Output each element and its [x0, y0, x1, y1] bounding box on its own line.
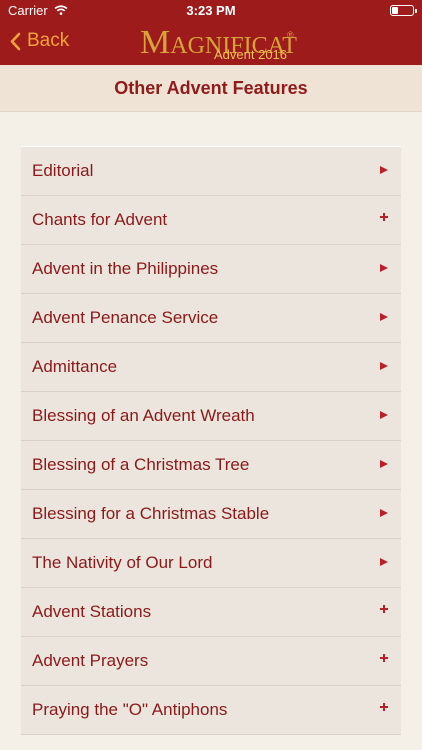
list-item[interactable]: Editorial	[21, 147, 401, 196]
plus-icon	[380, 605, 388, 613]
list-item[interactable]: Blessing for a Christmas Stable	[21, 490, 401, 539]
list-item[interactable]: Chants for Advent	[21, 196, 401, 245]
list-item-label: Editorial	[32, 161, 94, 180]
list-item-label: Blessing of an Advent Wreath	[32, 406, 255, 425]
list-item-label: Blessing of a Christmas Tree	[32, 455, 250, 474]
features-list: Editorial Chants for Advent Advent in the …	[21, 146, 401, 735]
plus-icon	[380, 213, 388, 221]
chevron-left-icon	[10, 32, 21, 50]
triangle-right-icon	[380, 166, 388, 174]
list-item[interactable]: The Nativity of Our Lord	[21, 539, 401, 588]
triangle-right-icon	[380, 264, 388, 272]
list-item-label: Chants for Advent	[32, 210, 168, 229]
navigation-bar: Back MAGNIFICAT ® Advent 2016	[0, 22, 422, 65]
list-item[interactable]: Praying the "O" Antiphons	[21, 686, 401, 735]
back-label: Back	[27, 30, 70, 51]
triangle-right-icon	[380, 313, 388, 321]
battery-icon	[390, 5, 417, 16]
registered-mark: ®	[287, 30, 294, 40]
list-item-label: Admittance	[32, 357, 118, 376]
magnificat-logo: MAGNIFICAT ® Advent 2016	[140, 24, 300, 64]
status-bar: Carrier 3:23 PM	[0, 0, 422, 22]
plus-icon	[380, 654, 388, 662]
section-header: Other Advent Features	[0, 65, 422, 112]
list-item-label: Advent Penance Service	[32, 308, 219, 327]
logo-subtitle: Advent 2016	[214, 47, 288, 62]
triangle-right-icon	[380, 411, 388, 419]
list-item[interactable]: Blessing of a Christmas Tree	[21, 441, 401, 490]
status-time: 3:23 PM	[186, 3, 236, 18]
section-title: Other Advent Features	[114, 78, 308, 98]
list-item[interactable]: Advent Stations	[21, 588, 401, 637]
list-item[interactable]: Advent in the Philippines	[21, 245, 401, 294]
back-button[interactable]: Back	[10, 30, 69, 52]
triangle-right-icon	[380, 558, 388, 566]
list-item[interactable]: Advent Penance Service	[21, 294, 401, 343]
plus-icon	[380, 703, 388, 711]
list-item-label: Advent in the Philippines	[32, 259, 219, 278]
list-item-label: Advent Prayers	[32, 651, 149, 670]
triangle-right-icon	[380, 460, 388, 468]
list-item-label: Blessing for a Christmas Stable	[32, 504, 270, 523]
list-item-label: Advent Stations	[32, 602, 152, 621]
list-item[interactable]: Advent Prayers	[21, 637, 401, 686]
triangle-right-icon	[380, 509, 388, 517]
triangle-right-icon	[380, 362, 388, 370]
list-item-label: Praying the "O" Antiphons	[32, 700, 228, 719]
list-item[interactable]: Blessing of an Advent Wreath	[21, 392, 401, 441]
list-item-label: The Nativity of Our Lord	[32, 553, 213, 572]
list-item[interactable]: Admittance	[21, 343, 401, 392]
